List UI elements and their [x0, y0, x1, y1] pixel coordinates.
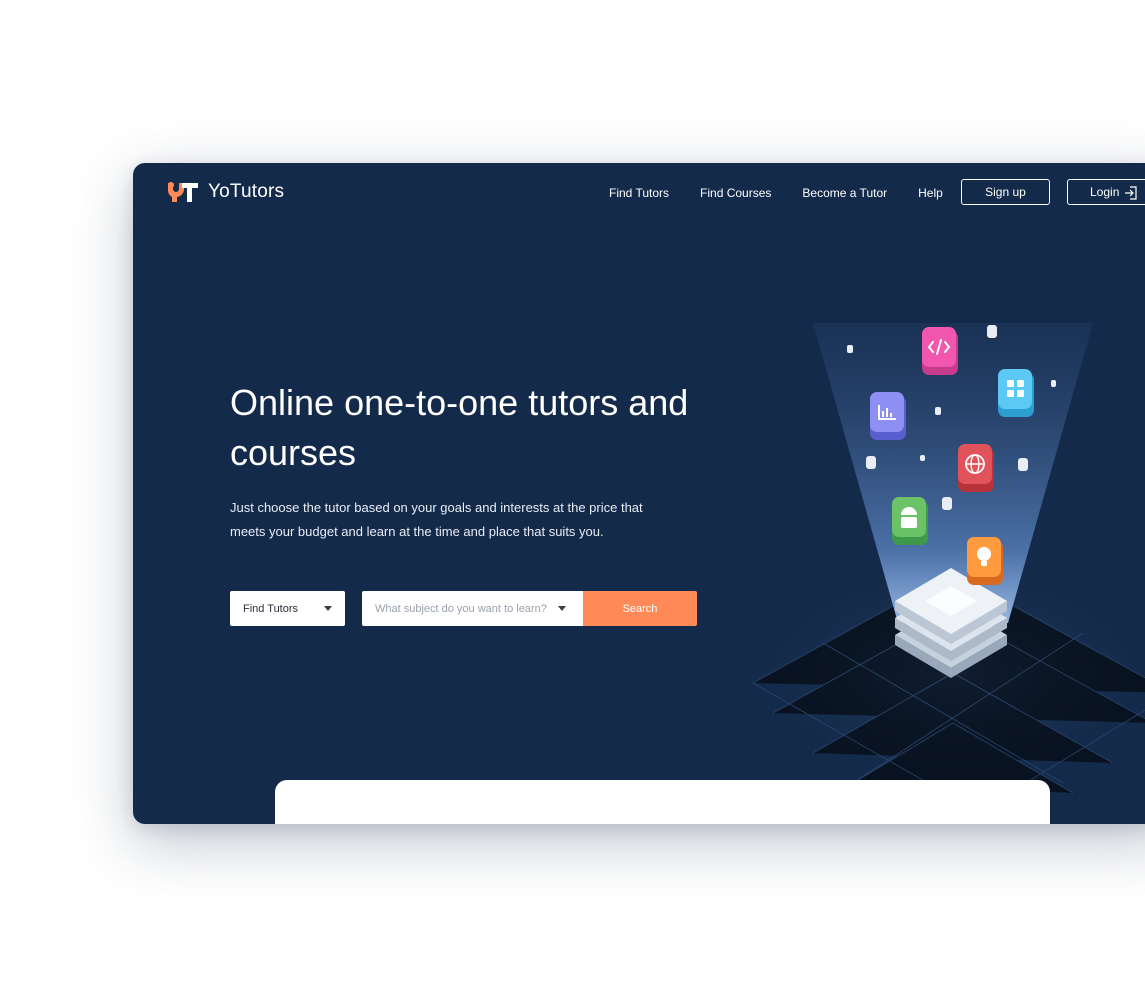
nav-become-tutor[interactable]: Become a Tutor	[802, 186, 887, 200]
signup-label: Sign up	[985, 185, 1026, 199]
hero-title: Online one-to-one tutors and courses	[230, 382, 689, 473]
brand-logo[interactable]: YoTutors	[167, 181, 284, 203]
search-type-dropdown[interactable]: Find Tutors	[230, 591, 345, 626]
chart-icon	[870, 392, 906, 440]
yt-logo-mark-icon	[168, 182, 198, 202]
brand-name: YoTutors	[208, 181, 285, 202]
chevron-down-icon	[324, 606, 332, 611]
signup-button[interactable]: Sign up	[961, 179, 1050, 205]
search-button-label: Search	[622, 602, 658, 615]
chevron-down-icon[interactable]	[558, 606, 566, 611]
main-nav: Find Tutors Find Courses Become a Tutor …	[609, 186, 974, 200]
subject-search-field[interactable]	[362, 591, 583, 626]
nav-find-courses[interactable]: Find Courses	[700, 186, 771, 200]
nav-help[interactable]: Help	[918, 186, 943, 200]
hero-illustration	[743, 323, 1145, 803]
app-window: YoTutors Find Tutors Find Courses Become…	[133, 163, 1145, 824]
code-icon	[922, 327, 958, 375]
android-icon	[892, 497, 928, 545]
globe-icon	[958, 444, 994, 492]
subject-search-input[interactable]	[362, 591, 547, 626]
lightbulb-icon	[967, 537, 1003, 585]
login-label: Login	[1090, 185, 1120, 199]
login-arrow-icon	[1125, 186, 1137, 200]
search-results-card	[275, 780, 1050, 824]
search-type-value: Find Tutors	[243, 602, 299, 615]
grid-icon	[998, 369, 1034, 417]
search-button[interactable]: Search	[583, 591, 697, 626]
login-button[interactable]: Login	[1067, 179, 1145, 205]
nav-find-tutors[interactable]: Find Tutors	[609, 186, 669, 200]
hero-subtitle: Just choose the tutor based on your goal…	[230, 500, 643, 539]
